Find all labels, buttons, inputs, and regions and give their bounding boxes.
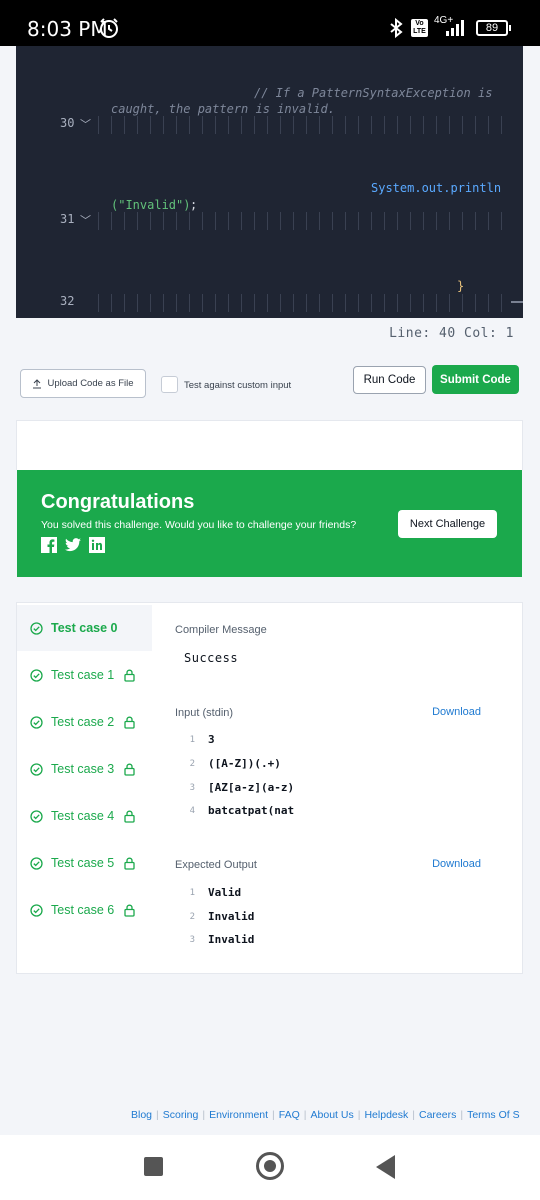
facebook-icon[interactable] — [41, 537, 57, 553]
test-case-tab[interactable]: Test case 4 — [17, 793, 152, 839]
test-case-detail: Compiler Message Success Input (stdin) D… — [175, 624, 481, 946]
system-nav-bar — [0, 1135, 540, 1200]
test-case-list: Test case 0 Test case 1 Test case 2 Test… — [17, 603, 152, 973]
run-code-button[interactable]: Run Code — [353, 366, 426, 394]
linkedin-icon[interactable] — [89, 537, 105, 553]
status-bar: 8:03 PM Vo LTE 4G+ 89 — [0, 0, 540, 46]
fold-chevron-icon[interactable]: ﹀ — [80, 212, 91, 228]
recents-button[interactable] — [144, 1157, 163, 1176]
footer-link-helpdesk[interactable]: Helpdesk — [364, 1109, 408, 1121]
input-label: Input (stdin) — [175, 707, 234, 719]
check-circle-icon — [30, 762, 43, 776]
upload-icon — [33, 378, 42, 388]
code-brace: } — [457, 279, 465, 293]
battery-icon: 89 — [476, 20, 511, 36]
alarm-icon — [100, 18, 118, 38]
test-case-label: Test case 6 — [51, 903, 115, 917]
code-comment: // If a PatternSyntaxException is — [254, 86, 493, 100]
code-call: System.out.println — [371, 181, 502, 195]
congratulations-banner: Congratulations You solved this challeng… — [17, 470, 522, 577]
test-case-tab[interactable]: Test case 1 — [17, 652, 152, 698]
check-circle-icon — [30, 809, 43, 823]
social-share — [41, 537, 105, 553]
lock-icon — [124, 904, 135, 917]
submit-code-button[interactable]: Submit Code — [432, 365, 519, 394]
home-button[interactable] — [256, 1152, 284, 1180]
code-comment: caught, the pattern is invalid. — [111, 102, 335, 116]
code-string: ("Invalid") — [111, 198, 191, 212]
test-case-label: Test case 4 — [51, 809, 115, 823]
upload-code-label: Upload Code as File — [47, 378, 134, 389]
congrats-subtitle: You solved this challenge. Would you lik… — [41, 519, 357, 531]
test-results: Test case 0 Test case 1 Test case 2 Test… — [16, 602, 523, 974]
code-editor[interactable]: // If a PatternSyntaxException is caught… — [16, 46, 523, 318]
test-case-label: Test case 1 — [51, 668, 115, 682]
footer-link-terms[interactable]: Terms Of S — [467, 1109, 520, 1121]
download-output-link[interactable]: Download — [432, 858, 481, 870]
test-case-tab[interactable]: Test case 3 — [17, 746, 152, 792]
volte-icon: Vo LTE — [411, 19, 428, 37]
download-input-link[interactable]: Download — [432, 706, 481, 718]
compiler-message: Success — [184, 651, 239, 665]
lock-icon — [124, 669, 135, 682]
lock-icon — [124, 857, 135, 870]
footer-link-blog[interactable]: Blog — [131, 1109, 152, 1121]
next-challenge-button[interactable]: Next Challenge — [398, 510, 497, 538]
custom-input-label: Test against custom input — [184, 380, 292, 391]
back-button[interactable] — [376, 1155, 395, 1179]
check-circle-icon — [30, 856, 43, 870]
footer-link-environment[interactable]: Environment — [209, 1109, 268, 1121]
fold-chevron-icon[interactable]: ﹀ — [80, 116, 91, 132]
check-circle-icon — [30, 668, 43, 682]
indent-guides — [98, 116, 513, 134]
test-case-tab[interactable]: Test case 5 — [17, 840, 152, 886]
check-circle-icon — [30, 903, 43, 917]
lock-icon — [124, 763, 135, 776]
bluetooth-icon — [390, 17, 403, 39]
test-case-tab[interactable]: Test case 0 — [17, 605, 152, 651]
twitter-icon[interactable] — [65, 537, 81, 553]
line-number: 32 — [60, 294, 75, 308]
footer-link-about[interactable]: About Us — [311, 1109, 354, 1121]
test-case-label: Test case 2 — [51, 715, 115, 729]
footer-link-faq[interactable]: FAQ — [279, 1109, 300, 1121]
congrats-title: Congratulations — [41, 491, 195, 513]
footer-links: Blog | Scoring | Environment | FAQ | About Us | He… — [131, 1109, 520, 1121]
line-number: 30 — [60, 116, 75, 130]
editor-scrollbar[interactable] — [511, 301, 523, 303]
test-case-label: Test case 5 — [51, 856, 115, 870]
test-case-tab[interactable]: Test case 6 — [17, 887, 152, 933]
test-case-tab[interactable]: Test case 2 — [17, 699, 152, 745]
code-semicolon: ; — [190, 198, 198, 212]
lock-icon — [124, 810, 135, 823]
lock-icon — [124, 716, 135, 729]
compiler-message-label: Compiler Message — [175, 624, 267, 636]
footer-link-careers[interactable]: Careers — [419, 1109, 456, 1121]
signal-icon — [446, 20, 464, 36]
test-case-label: Test case 0 — [51, 621, 118, 635]
test-case-label: Test case 3 — [51, 762, 115, 776]
upload-code-button[interactable]: Upload Code as File — [20, 369, 146, 398]
footer-link-scoring[interactable]: Scoring — [163, 1109, 199, 1121]
indent-guides — [98, 212, 513, 230]
check-circle-icon — [30, 621, 43, 635]
line-number: 31 — [60, 212, 75, 226]
check-circle-icon — [30, 715, 43, 729]
custom-input-checkbox[interactable] — [161, 376, 178, 393]
editor-cursor-position: Line: 40 Col: 1 — [389, 326, 514, 341]
indent-guides — [98, 294, 513, 312]
status-time: 8:03 PM — [27, 17, 108, 41]
results-panel-header — [16, 420, 523, 470]
expected-output-label: Expected Output — [175, 859, 257, 871]
